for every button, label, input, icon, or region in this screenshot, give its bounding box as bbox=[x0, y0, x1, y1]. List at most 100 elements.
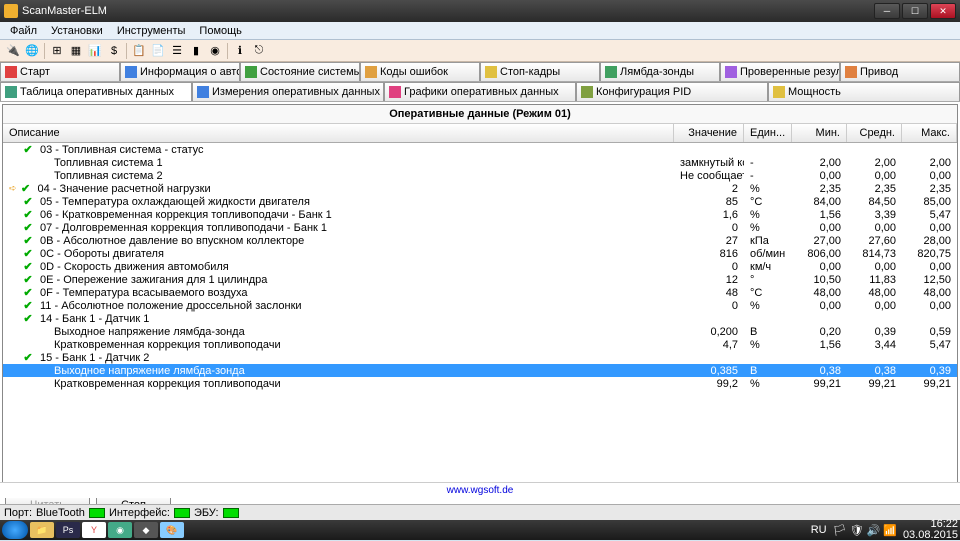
tb-exit-icon[interactable]: ⎋ bbox=[250, 42, 268, 60]
tray-network-icon[interactable]: 📶 bbox=[883, 524, 897, 537]
tb-gauge-icon[interactable]: ◉ bbox=[206, 42, 224, 60]
cell-v: 0,200 bbox=[674, 326, 744, 338]
minimize-button[interactable]: ─ bbox=[874, 3, 900, 19]
table-row[interactable]: Выходное напряжение лямбда-зонда0,200В0,… bbox=[3, 325, 957, 338]
tab-состояние-системы[interactable]: Состояние системы bbox=[240, 62, 360, 81]
table-row[interactable]: ✔0D - Скорость движения автомобиля0км/ч0… bbox=[3, 260, 957, 273]
table-row[interactable]: Топливная система 2Не сообщается-0,000,0… bbox=[3, 169, 957, 182]
table-row[interactable]: ✔0E - Опережение зажигания для 1 цилиндр… bbox=[3, 273, 957, 286]
port-led-icon bbox=[89, 508, 105, 518]
col-value[interactable]: Значение bbox=[674, 124, 744, 142]
table-row[interactable]: ✔0C - Обороты двигателя816об/мин806,0081… bbox=[3, 247, 957, 260]
tab-label: Привод bbox=[860, 66, 898, 78]
task-photoshop-icon[interactable]: Ps bbox=[56, 522, 80, 538]
tabs-row-2: Таблица оперативных данныхИзмерения опер… bbox=[0, 82, 960, 102]
col-unit[interactable]: Един... bbox=[744, 124, 792, 142]
table-row[interactable]: ➪✔04 - Значение расчетной нагрузки2%2,35… bbox=[3, 182, 957, 195]
cell-min: 48,00 bbox=[792, 287, 847, 299]
tb-copy-icon[interactable]: 📋 bbox=[130, 42, 148, 60]
task-chrome-icon[interactable]: ◉ bbox=[108, 522, 132, 538]
table-row[interactable]: Кратковременная коррекция топливоподачи4… bbox=[3, 338, 957, 351]
table-row[interactable]: ✔06 - Кратковременная коррекция топливоп… bbox=[3, 208, 957, 221]
task-explorer-icon[interactable]: 📁 bbox=[30, 522, 54, 538]
tab-стоп-кадры[interactable]: Стоп-кадры bbox=[480, 62, 600, 81]
task-app-icon[interactable]: ◆ bbox=[134, 522, 158, 538]
cell-max: 0,39 bbox=[902, 365, 957, 377]
table-row[interactable]: Выходное напряжение лямбда-зонда0,385В0,… bbox=[3, 364, 957, 377]
tab-мощность[interactable]: Мощность bbox=[768, 82, 960, 101]
tb-chart-icon[interactable]: 📊 bbox=[86, 42, 104, 60]
table-row[interactable]: Кратковременная коррекция топливоподачи9… bbox=[3, 377, 957, 390]
row-description: Топливная система 1 bbox=[54, 157, 163, 169]
table-row[interactable]: ✔0F - Температура всасываемого воздуха48… bbox=[3, 286, 957, 299]
tb-money-icon[interactable]: $ bbox=[105, 42, 123, 60]
col-max[interactable]: Макс. bbox=[902, 124, 957, 142]
row-description: Кратковременная коррекция топливоподачи bbox=[54, 378, 281, 390]
col-avg[interactable]: Средн. bbox=[847, 124, 902, 142]
table-row[interactable]: ✔14 - Банк 1 - Датчик 1 bbox=[3, 312, 957, 325]
maximize-button[interactable]: ☐ bbox=[902, 3, 928, 19]
status-bar: Порт: BlueTooth Интерфейс: ЭБУ: bbox=[0, 504, 960, 520]
tab-icon bbox=[581, 86, 593, 98]
tray-volume-icon[interactable]: 🔊 bbox=[867, 524, 881, 537]
tab-label: Состояние системы bbox=[260, 66, 360, 78]
cell-u: % bbox=[744, 209, 792, 221]
tab-icon bbox=[5, 66, 17, 78]
tab-графики-оперативных-данных[interactable]: Графики оперативных данных bbox=[384, 82, 576, 101]
status-port-value: BlueTooth bbox=[36, 507, 85, 519]
tb-grid-icon[interactable]: ⊞ bbox=[48, 42, 66, 60]
tb-globe-icon[interactable]: 🌐 bbox=[23, 42, 41, 60]
tab-привод[interactable]: Привод bbox=[840, 62, 960, 81]
task-paint-icon[interactable]: 🎨 bbox=[160, 522, 184, 538]
close-button[interactable]: ✕ bbox=[930, 3, 956, 19]
tb-device-icon[interactable]: ▮ bbox=[187, 42, 205, 60]
tab-лямбда-зонды[interactable]: Лямбда-зонды bbox=[600, 62, 720, 81]
table-row[interactable]: ✔05 - Температура охлаждающей жидкости д… bbox=[3, 195, 957, 208]
start-button[interactable] bbox=[2, 521, 28, 539]
menu-file[interactable]: Файл bbox=[4, 24, 43, 38]
tab-icon bbox=[245, 66, 257, 78]
check-icon: ✔ bbox=[22, 221, 34, 234]
tab-label: Конфигурация PID bbox=[596, 86, 691, 98]
tb-doc-icon[interactable]: 📄 bbox=[149, 42, 167, 60]
status-ecu-label: ЭБУ: bbox=[194, 507, 219, 519]
tray-flag-icon[interactable]: 🏳 bbox=[833, 524, 847, 537]
table-row[interactable]: ✔07 - Долговременная коррекция топливопо… bbox=[3, 221, 957, 234]
cell-max: 2,00 bbox=[902, 157, 957, 169]
tab-старт[interactable]: Старт bbox=[0, 62, 120, 81]
col-min[interactable]: Мин. bbox=[792, 124, 847, 142]
cell-min: 2,35 bbox=[792, 183, 847, 195]
tray-lang[interactable]: RU bbox=[811, 524, 827, 536]
tab-таблица-оперативных-данных[interactable]: Таблица оперативных данных bbox=[0, 82, 192, 101]
menu-tools[interactable]: Инструменты bbox=[111, 24, 192, 38]
table-row[interactable]: ✔03 - Топливная система - статус bbox=[3, 143, 957, 156]
tab-информация-о-автомобиле[interactable]: Информация о автомобиле bbox=[120, 62, 240, 81]
cell-max: 12,50 bbox=[902, 274, 957, 286]
table-row[interactable]: ✔15 - Банк 1 - Датчик 2 bbox=[3, 351, 957, 364]
menu-help[interactable]: Помощь bbox=[193, 24, 248, 38]
footer-link[interactable]: www.wgsoft.de bbox=[0, 482, 960, 498]
tab-проверенные-результаты-теста[interactable]: Проверенные результаты теста bbox=[720, 62, 840, 81]
check-icon: ✔ bbox=[22, 195, 34, 208]
tab-label: Информация о автомобиле bbox=[140, 66, 240, 78]
tab-конфигурация-pid[interactable]: Конфигурация PID bbox=[576, 82, 768, 101]
tb-list-icon[interactable]: ☰ bbox=[168, 42, 186, 60]
tb-table-icon[interactable]: ▦ bbox=[67, 42, 85, 60]
cell-v: 85 bbox=[674, 196, 744, 208]
cell-u: % bbox=[744, 222, 792, 234]
cell-max: 0,00 bbox=[902, 300, 957, 312]
menu-settings[interactable]: Установки bbox=[45, 24, 109, 38]
task-yandex-icon[interactable]: Y bbox=[82, 522, 106, 538]
table-row[interactable]: ✔0B - Абсолютное давление во впускном ко… bbox=[3, 234, 957, 247]
taskbar: 📁 Ps Y ◉ ◆ 🎨 RU 🏳 🛡 🔊 📶 16:22 03.08.2015 bbox=[0, 520, 960, 540]
tray-shield-icon[interactable]: 🛡 bbox=[850, 524, 864, 537]
tab-коды-ошибок[interactable]: Коды ошибок bbox=[360, 62, 480, 81]
tb-connect-icon[interactable]: 🔌 bbox=[4, 42, 22, 60]
col-description[interactable]: Описание bbox=[3, 124, 674, 142]
window-title: ScanMaster-ELM bbox=[22, 5, 107, 17]
table-row[interactable]: Топливная система 1замкнутый кон...-2,00… bbox=[3, 156, 957, 169]
tray-date[interactable]: 03.08.2015 bbox=[903, 530, 958, 541]
tab-измерения-оперативных-данных[interactable]: Измерения оперативных данных bbox=[192, 82, 384, 101]
tb-info-icon[interactable]: ℹ bbox=[231, 42, 249, 60]
table-row[interactable]: ✔11 - Абсолютное положение дроссельной з… bbox=[3, 299, 957, 312]
